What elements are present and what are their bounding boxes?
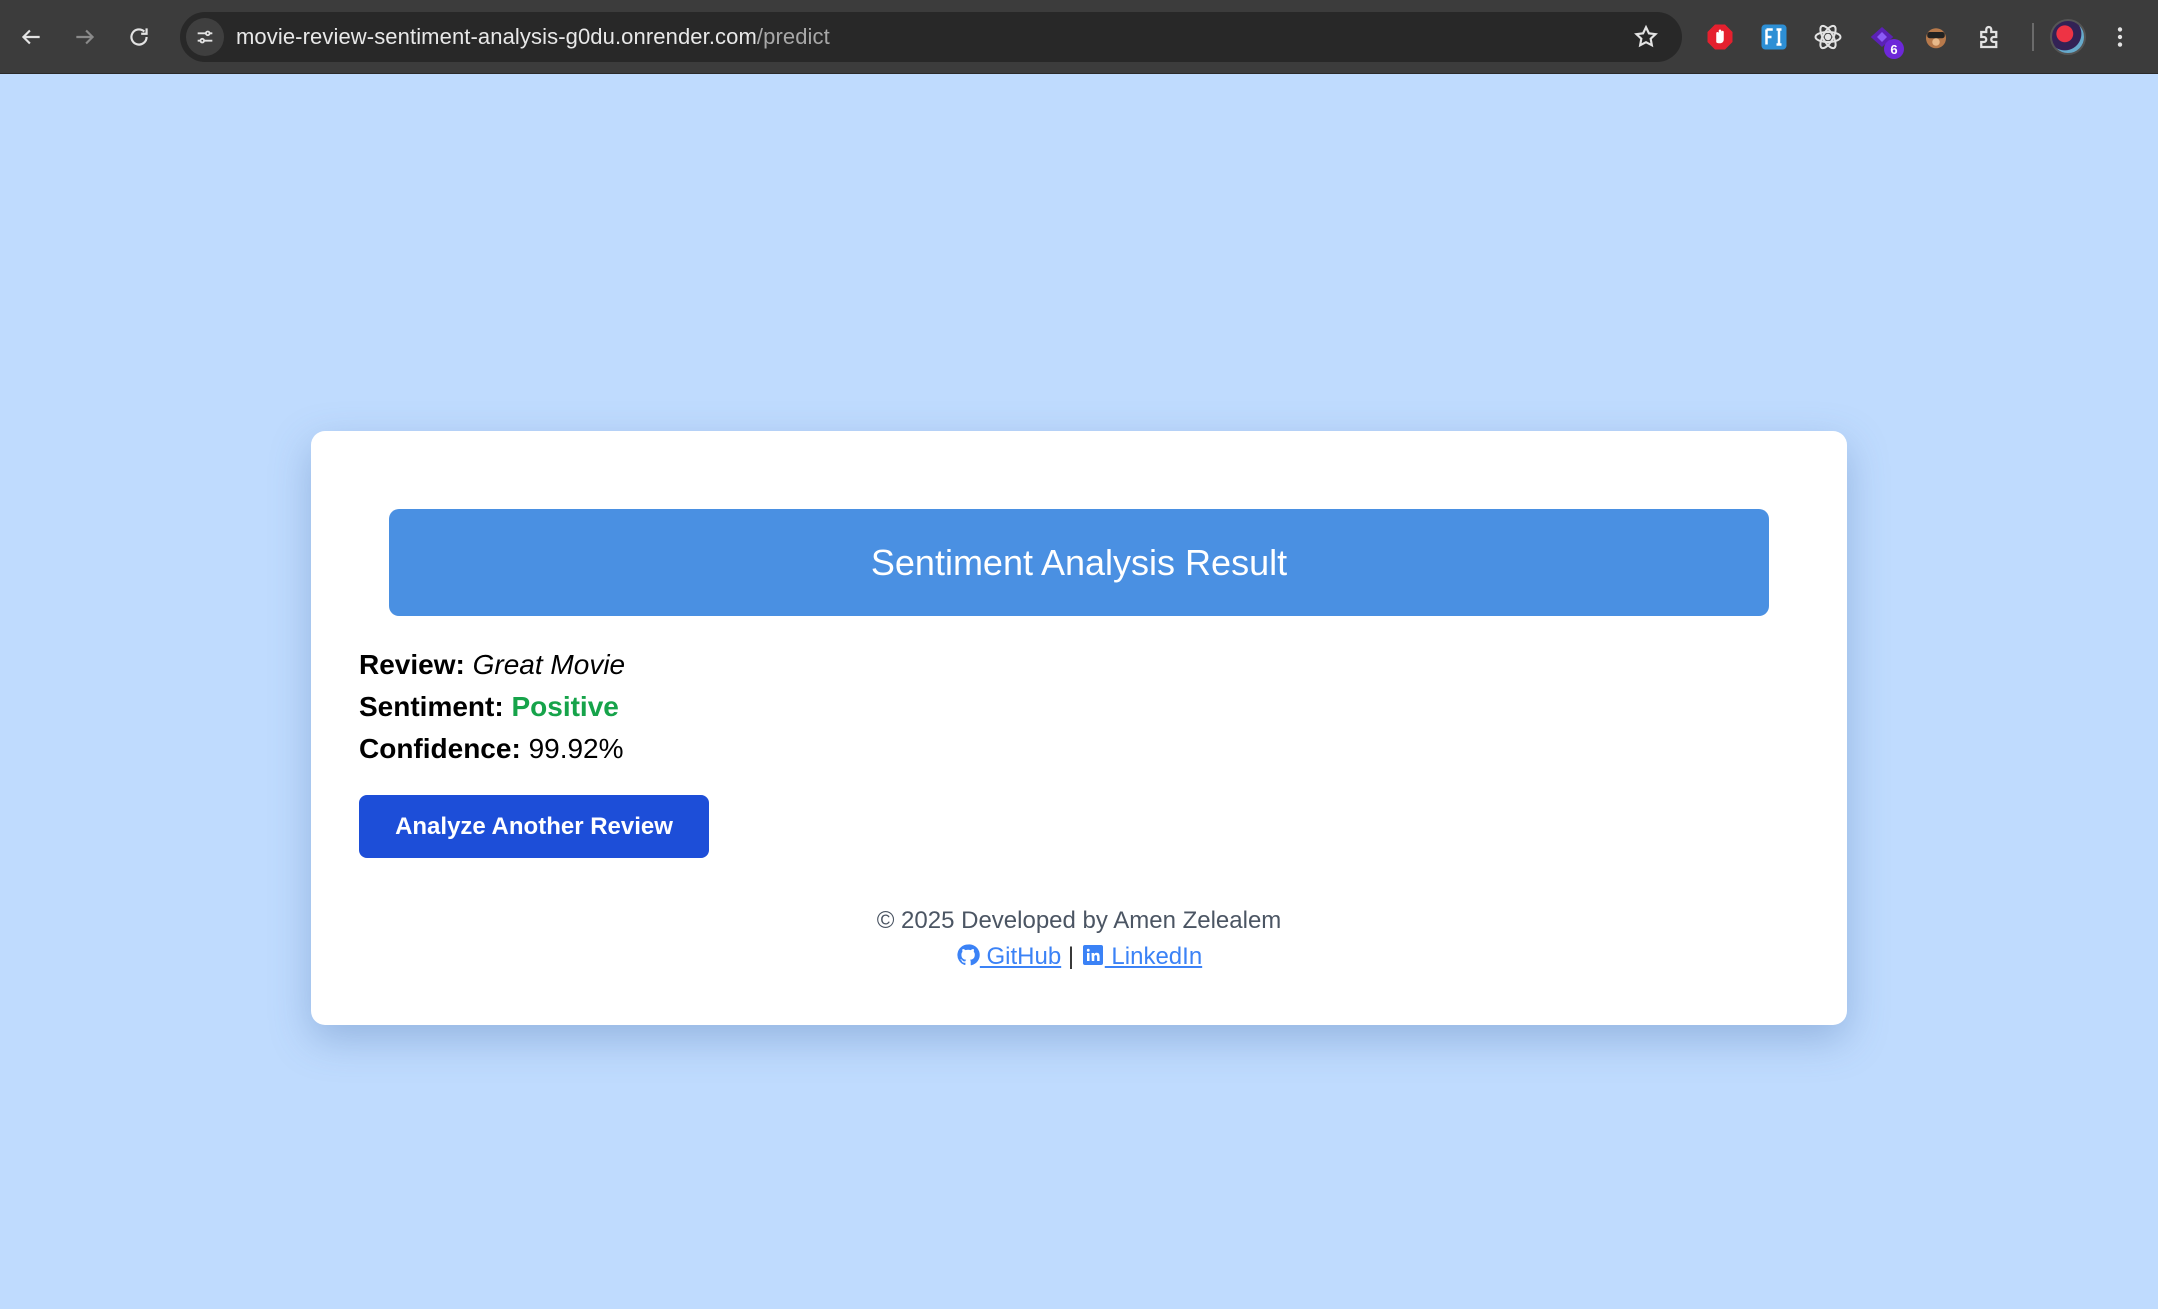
linkedin-link-label: LinkedIn: [1104, 943, 1203, 970]
github-link[interactable]: GitHub: [956, 943, 1061, 970]
star-icon: [1634, 24, 1658, 48]
linkedin-link[interactable]: LinkedIn: [1081, 943, 1202, 970]
purple-extension-icon[interactable]: 6: [1862, 17, 1904, 59]
confidence-line: Confidence: 99.92%: [359, 733, 624, 765]
footer-separator: |: [1067, 943, 1075, 970]
monkey-extension-icon[interactable]: [1916, 17, 1956, 57]
url-host: movie-review-sentiment-analysis-g0du.onr…: [236, 24, 757, 49]
arrow-right-icon: [76, 29, 95, 45]
result-header: Sentiment Analysis Result: [389, 509, 1769, 616]
footer-credit: © 2025 Developed by Amen Zelealem: [876, 907, 1282, 934]
confidence-label: Confidence:: [359, 733, 521, 764]
confidence-value: 99.92%: [528, 733, 624, 764]
sentiment-value: Positive: [511, 691, 619, 722]
extensions-area: 6: [1700, 0, 2140, 74]
review-line: Review: Great Movie: [359, 649, 625, 681]
github-icon: [957, 944, 980, 966]
footer: © 2025 Developed by Amen Zelealem GitHub…: [311, 907, 1847, 971]
adblock-icon[interactable]: [1700, 17, 1740, 57]
linkedin-icon: [1082, 945, 1103, 965]
arrow-left-icon: [21, 29, 40, 45]
react-devtools-icon[interactable]: [1808, 17, 1848, 57]
bookmark-button[interactable]: [1628, 19, 1664, 55]
page-title: Sentiment Analysis Result: [870, 541, 1288, 583]
extension-badge: 6: [1884, 39, 1904, 59]
browser-menu-button[interactable]: [2100, 17, 2140, 57]
analyze-another-review-button[interactable]: Analyze Another Review: [359, 795, 709, 858]
sentiment-line: Sentiment: Positive: [359, 691, 619, 723]
sentiment-label: Sentiment:: [359, 691, 504, 722]
url-path: /predict: [756, 24, 830, 49]
fi-extension-icon[interactable]: [1754, 17, 1794, 57]
toolbar-separator: [2032, 23, 2034, 51]
tune-icon: [197, 30, 213, 44]
forward-button[interactable]: [58, 10, 112, 64]
footer-links: GitHub | LinkedIn: [311, 943, 1847, 971]
result-card: Sentiment Analysis Result Review: Great …: [311, 431, 1847, 1025]
browser-toolbar: movie-review-sentiment-analysis-g0du.onr…: [0, 0, 2158, 74]
reload-icon: [130, 28, 148, 46]
more-vertical-icon: [2117, 27, 2123, 47]
back-button[interactable]: [4, 10, 58, 64]
url-text[interactable]: movie-review-sentiment-analysis-g0du.onr…: [236, 24, 830, 50]
review-label: Review:: [359, 649, 465, 680]
review-value: Great Movie: [472, 649, 626, 680]
site-info-button[interactable]: [186, 18, 224, 56]
reload-button[interactable]: [112, 10, 166, 64]
extensions-puzzle-icon[interactable]: [1970, 17, 2010, 57]
address-bar[interactable]: movie-review-sentiment-analysis-g0du.onr…: [180, 12, 1682, 62]
profile-avatar[interactable]: [2050, 19, 2086, 55]
github-link-label: GitHub: [979, 943, 1062, 970]
